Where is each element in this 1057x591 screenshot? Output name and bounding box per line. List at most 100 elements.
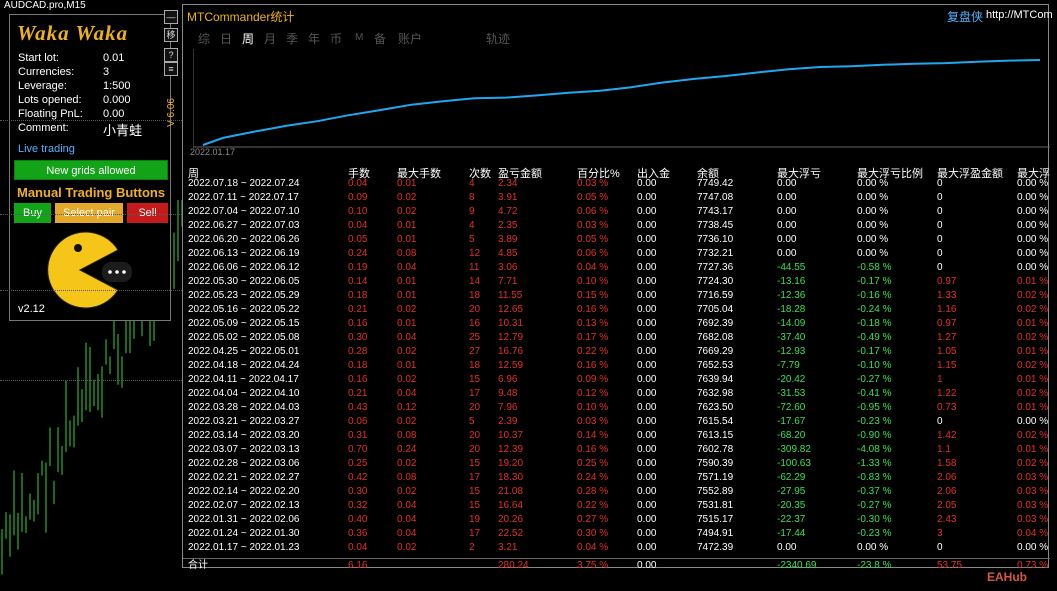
table-cell: 0.28 [348,346,368,357]
table-cell: 0.05 % [577,192,609,203]
table-cell: 7615.54 [697,416,734,427]
table-cell: -0.90 % [857,430,892,441]
leverage-label: Leverage: [18,80,67,92]
table-cell: 0 [937,248,943,259]
table-cell: 2022.02.07 ~ 2022.02.13 [188,500,300,511]
menu-icon[interactable]: ≡ [164,62,178,76]
table-cell: 2.35 [498,220,518,231]
table-cell: 0.00 % [857,192,889,203]
table-cell: 2022.02.21 ~ 2022.02.27 [188,472,300,483]
table-cell: 0.04 [348,220,368,231]
table-cell: 0.00 % [1017,234,1049,245]
table-cell: 2022.03.28 ~ 2022.04.03 [188,402,300,413]
table-cell: -0.24 % [857,304,892,315]
table-cell: -1.33 % [857,458,892,469]
tab-week[interactable]: 周 [242,30,254,47]
table-cell: 0.00 [637,416,657,427]
table-cell: 1.16 [937,304,957,315]
table-cell: 0.01 % [1017,318,1049,329]
table-cell: 0.02 [397,346,417,357]
select-pair-button[interactable]: Select pair [55,203,123,223]
waka-title: Waka Waka [17,21,129,45]
move-icon[interactable]: 移 [164,28,178,42]
table-cell: 7749.42 [697,178,734,189]
start-lot-label: Start lot: [18,52,59,64]
table-cell: 2022.03.07 ~ 2022.03.13 [188,444,300,455]
equity-start-date: 2022.01.17 [190,147,236,157]
table-cell: 27 [469,346,481,357]
table-cell: 0.00 [637,276,657,287]
table-cell: 0.70 [348,444,368,455]
table-cell: 0.10 [348,206,368,217]
table-cell: 2022.05.16 ~ 2022.05.22 [188,304,300,315]
tab-overview[interactable]: 综 [198,30,210,47]
table-cell: 0.06 % [577,206,609,217]
table-cell: 7692.39 [697,318,734,329]
table-cell: 0.14 % [577,430,609,441]
new-grids-allowed-button[interactable]: New grids allowed [14,160,168,180]
table-cell: 0.31 [348,430,368,441]
equity-curve-chart [193,49,1050,148]
table-cell: -4.08 % [857,444,892,455]
tab-month[interactable]: 月 [264,30,276,47]
table-row: 2022.02.14 ~ 2022.02.20 0.30 0.02 15 21.08 0.… [183,485,1050,499]
buy-button[interactable]: Buy [14,203,51,223]
tab-magic[interactable]: M [355,32,363,43]
table-cell: 7724.30 [697,276,734,287]
table-cell: 2022.03.21 ~ 2022.03.27 [188,416,300,427]
table-cell: 0.36 [348,528,368,539]
tab-currency[interactable]: 币 [330,30,342,47]
tab-track[interactable]: 轨迹 [486,30,510,47]
table-cell: 4 [469,220,475,231]
table-cell: 18.30 [498,472,524,483]
minimize-icon[interactable]: — [164,10,178,24]
table-cell: 0.00 [777,206,797,217]
table-cell: 7494.91 [697,528,734,539]
table-cell: 7738.45 [697,220,734,231]
table-cell: 0.00 % [1017,248,1049,259]
table-cell: 0.01 [397,234,417,245]
tab-account[interactable]: 账户 [398,30,422,47]
help-icon[interactable]: ? [164,48,178,62]
table-cell: 2 [469,542,475,553]
table-cell: 0.03 % [1017,514,1049,525]
table-cell: 0.02 % [1017,332,1049,343]
table-cell: 16 [469,318,481,329]
mtc-url-link[interactable]: http://MTCom [986,9,1053,21]
table-cell: 7652.53 [697,360,734,371]
grid-line [0,120,182,121]
table-cell: 15 [469,458,481,469]
table-cell: -0.17 % [857,276,892,287]
table-cell: 0.01 % [1017,374,1049,385]
table-cell: 4 [469,178,475,189]
table-cell: -13.16 [777,276,806,287]
table-row: 2022.05.16 ~ 2022.05.22 0.21 0.02 20 12.65 0.… [183,303,1050,317]
table-cell: -68.20 [777,430,806,441]
table-cell: 17 [469,472,481,483]
sell-button[interactable]: Sell [127,203,168,223]
table-cell: 10.37 [498,430,524,441]
table-cell: 0.04 % [577,542,609,553]
table-cell: 10.31 [498,318,524,329]
table-cell: 0.18 [348,360,368,371]
table-cell: -309.82 [777,444,811,455]
table-cell: 0 [937,178,943,189]
tab-quarter[interactable]: 季 [286,30,298,47]
table-cell: 0.25 [348,458,368,469]
table-cell: 5 [469,416,475,427]
table-cell: 0.02 [397,416,417,427]
tab-year[interactable]: 年 [308,30,320,47]
table-cell: -0.18 % [857,318,892,329]
table-cell: 15 [469,500,481,511]
grid-line [0,380,182,381]
waka-panel: Waka Waka Start lot: 0.01 Currencies: 3 … [9,14,171,321]
table-cell: 0.00 [637,304,657,315]
table-cell: 0.00 [777,192,797,203]
table-cell: 4.85 [498,248,518,259]
tab-day[interactable]: 日 [220,30,232,47]
tab-backup[interactable]: 备 [374,30,386,47]
table-cell: -0.23 % [857,528,892,539]
table-cell: 0.00 [637,388,657,399]
pacman-logo [47,231,132,309]
table-cell: 14 [469,276,481,287]
